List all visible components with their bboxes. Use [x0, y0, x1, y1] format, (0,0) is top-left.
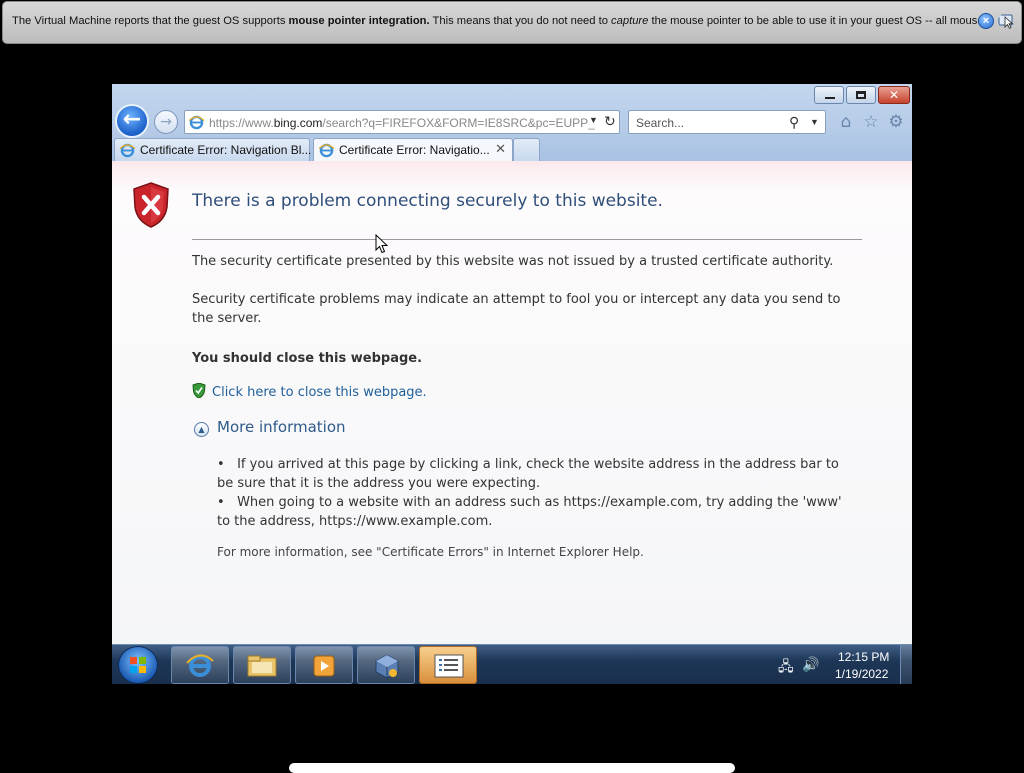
- mouse-integration-icon[interactable]: [998, 13, 1016, 29]
- refresh-icon[interactable]: ↻: [604, 113, 616, 130]
- start-button[interactable]: [118, 646, 158, 684]
- new-tab-button[interactable]: [513, 138, 540, 161]
- address-url: https://www.bing.com/search?q=FIREFOX&FO…: [209, 116, 595, 130]
- url-prefix: https://www.: [209, 116, 274, 130]
- tab-label: Certificate Error: Navigatio...: [339, 143, 490, 157]
- green-shield-check-icon: [192, 383, 206, 398]
- windows-logo-icon: [130, 657, 146, 673]
- cert-description: The security certificate presented by th…: [192, 254, 834, 269]
- recommendation: You should close this webpage.: [192, 351, 423, 366]
- notification-part3: the mouse pointer to be able to use it i…: [648, 15, 984, 27]
- divider: [192, 239, 862, 240]
- ie-tab-icon: [120, 143, 135, 158]
- notification-part1: The Virtual Machine reports that the gue…: [12, 15, 289, 27]
- folder-icon: [247, 655, 277, 677]
- vm-minitoolbar-edge[interactable]: [289, 763, 735, 773]
- show-desktop-button[interactable]: [900, 645, 912, 684]
- taskbar-active-window-button[interactable]: [419, 646, 477, 684]
- system-tray: 🖧 🔊 12:15 PM 1/19/2022: [776, 645, 904, 684]
- mouse-cursor-icon: [375, 234, 389, 254]
- collapse-chevron-icon[interactable]: ▲: [194, 422, 209, 437]
- tools-gear-icon[interactable]: ⚙: [886, 112, 906, 132]
- tab-certificate-error-2[interactable]: Certificate Error: Navigatio... ✕: [313, 138, 513, 161]
- tab-close-icon[interactable]: ✕: [495, 141, 506, 157]
- info-bullet-2: • When going to a website with an addres…: [217, 495, 842, 529]
- volume-icon[interactable]: 🔊: [802, 656, 819, 673]
- home-icon[interactable]: ⌂: [836, 112, 856, 132]
- vm-screen: ✕ ← → https://www.bing.com/search?q=FIRE…: [112, 84, 912, 684]
- notification-text: The Virtual Machine reports that the gue…: [12, 15, 984, 27]
- close-webpage-link[interactable]: Click here to close this webpage.: [192, 383, 427, 400]
- more-info-label[interactable]: More information: [217, 418, 346, 436]
- forward-button[interactable]: →: [154, 110, 178, 134]
- clock-date[interactable]: 1/19/2022: [835, 667, 888, 681]
- browser-chrome: ✕ ← → https://www.bing.com/search?q=FIRE…: [112, 84, 912, 161]
- restore-button[interactable]: [846, 86, 876, 104]
- notification-bold: mouse pointer integration.: [288, 15, 430, 27]
- close-link-text[interactable]: Click here to close this webpage.: [212, 385, 427, 400]
- vm-notification-bar: The Virtual Machine reports that the gue…: [2, 1, 1022, 44]
- internet-explorer-icon: [186, 654, 214, 677]
- network-icon[interactable]: 🖧: [778, 656, 794, 680]
- tab-label: Certificate Error: Navigation Bl...: [140, 143, 312, 157]
- notification-part2: This means that you do not need to: [429, 15, 612, 27]
- search-box[interactable]: Search... ⚲ ▼: [628, 110, 826, 134]
- taskbar-explorer-button[interactable]: [233, 646, 291, 684]
- window-controls: ✕: [814, 86, 910, 104]
- page-title: There is a problem connecting securely t…: [192, 191, 663, 211]
- url-path: /search?q=FIREFOX&FORM=IE8SRC&pc=EUPP_: [322, 116, 595, 130]
- tab-certificate-error-1[interactable]: Certificate Error: Navigation Bl...: [114, 138, 312, 161]
- taskbar-ie-button[interactable]: [171, 646, 229, 684]
- ie-page-icon: [189, 115, 204, 130]
- ie-tab-icon: [319, 143, 334, 158]
- error-page: There is a problem connecting securely t…: [112, 161, 912, 644]
- search-dropdown-icon[interactable]: ▼: [810, 117, 819, 127]
- back-button[interactable]: ←: [115, 104, 149, 138]
- taskbar-virtualbox-button[interactable]: [357, 646, 415, 684]
- search-icon[interactable]: ⚲: [789, 114, 799, 131]
- more-information-toggle[interactable]: ▲ More information: [194, 418, 346, 437]
- virtualbox-icon: [375, 654, 399, 679]
- search-placeholder: Search...: [636, 116, 685, 130]
- help-reference: For more information, see "Certificate E…: [217, 545, 644, 559]
- list-window-icon: [434, 654, 464, 678]
- clock-time[interactable]: 12:15 PM: [838, 650, 889, 664]
- favorites-star-icon[interactable]: ☆: [861, 112, 881, 132]
- media-player-icon: [313, 655, 335, 677]
- notification-close-icon[interactable]: ×: [978, 13, 994, 29]
- address-dropdown-icon[interactable]: ▼: [589, 115, 598, 125]
- notification-italic: capture: [611, 15, 649, 27]
- info-bullet-1: • If you arrived at this page by clickin…: [217, 457, 839, 491]
- url-host: bing.com: [273, 116, 323, 130]
- cert-warning: Security certificate problems may indica…: [192, 292, 841, 326]
- minimize-button[interactable]: [814, 86, 844, 104]
- security-shield-icon: [133, 182, 169, 228]
- taskbar-media-player-button[interactable]: [295, 646, 353, 684]
- taskbar: 🖧 🔊 12:15 PM 1/19/2022: [112, 644, 912, 684]
- bullet-1-text: If you arrived at this page by clicking …: [217, 457, 839, 491]
- address-bar[interactable]: https://www.bing.com/search?q=FIREFOX&FO…: [184, 110, 620, 134]
- close-window-button[interactable]: ✕: [878, 86, 910, 104]
- bullet-2-text: When going to a website with an address …: [217, 495, 842, 529]
